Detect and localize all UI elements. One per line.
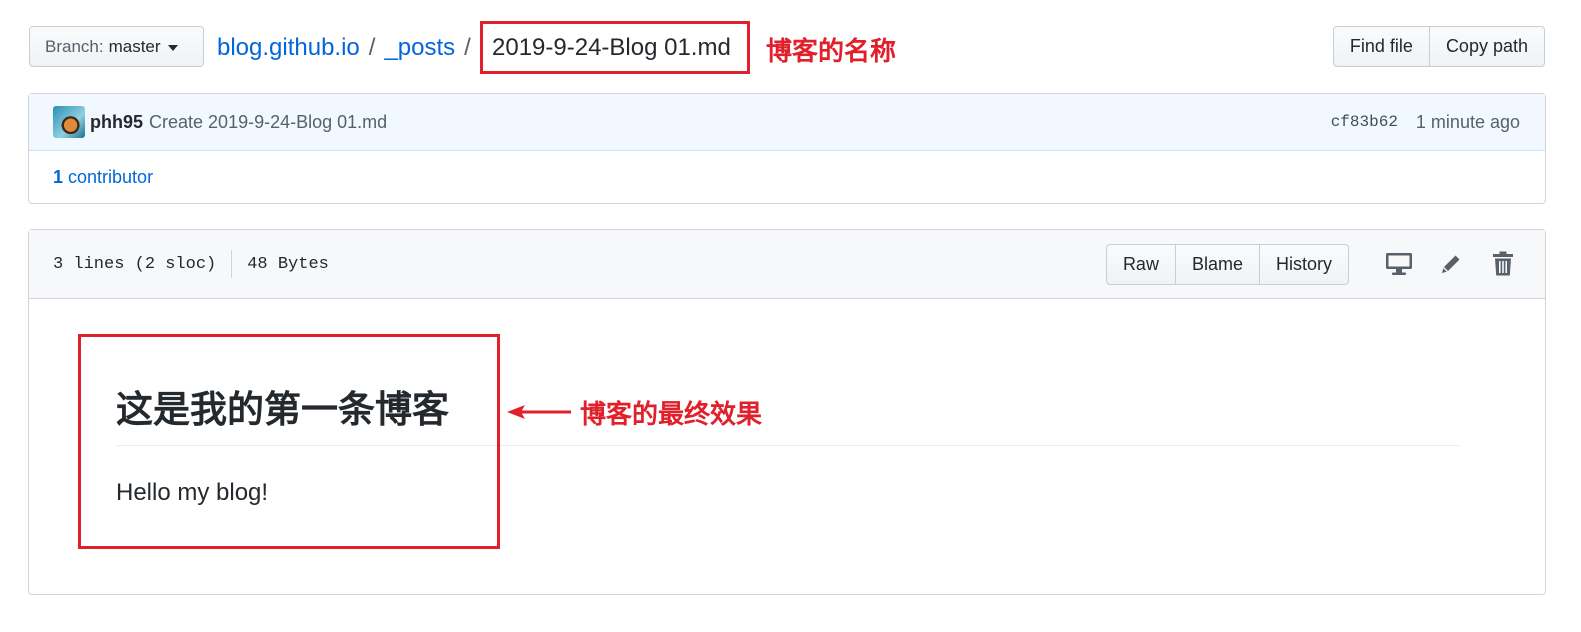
annotation-blog-name: 博客的名称 (766, 36, 897, 66)
branch-name: master (108, 36, 161, 56)
breadcrumb-separator: / (368, 34, 376, 61)
file-name-text: 2019-9-24-Blog 01.md (492, 33, 731, 61)
caret-down-icon (167, 44, 178, 51)
breadcrumb: blog.github.io / _posts / (217, 30, 480, 66)
latest-commit: phh95 Create 2019-9-24-Blog 01.md cf83b6… (29, 94, 1545, 151)
commit-tease: phh95 Create 2019-9-24-Blog 01.md cf83b6… (28, 93, 1546, 204)
branch-label: Branch: (45, 36, 104, 56)
breadcrumb-repo-link[interactable]: blog.github.io (217, 34, 360, 62)
contributors-label: contributor (68, 166, 154, 187)
commit-sha[interactable]: cf83b62 (1331, 113, 1398, 131)
desktop-icon[interactable] (1381, 246, 1417, 282)
file-lines: 3 lines (2 sloc) (53, 254, 217, 274)
commit-message[interactable]: Create 2019-9-24-Blog 01.md (149, 112, 387, 133)
raw-button[interactable]: Raw (1105, 243, 1176, 285)
avatar[interactable] (53, 106, 85, 138)
commit-time: 1 minute ago (1415, 111, 1520, 132)
blame-button[interactable]: Blame (1174, 243, 1260, 285)
commit-meta: cf83b62 1 minute ago (1331, 112, 1520, 133)
annotation-highlight-box (78, 334, 500, 549)
breadcrumb-separator: / (464, 34, 471, 61)
divider (231, 250, 233, 278)
pencil-icon[interactable] (1433, 246, 1469, 282)
commit-author[interactable]: phh95 (90, 112, 143, 133)
contributors-count: 1 (53, 166, 64, 187)
file-actions: Raw Blame History (1105, 243, 1521, 285)
file-header: 3 lines (2 sloc) 48 Bytes Raw Blame Hist… (29, 230, 1545, 299)
branch-selector-button[interactable]: Branch: master (29, 26, 204, 67)
breadcrumb-folder-link[interactable]: _posts (384, 34, 455, 62)
breadcrumb-file-name: 2019-9-24-Blog 01.md (480, 21, 750, 74)
copy-path-button[interactable]: Copy path (1428, 26, 1545, 67)
file-size: 48 Bytes (247, 254, 329, 274)
annotation-blog-result: 博客的最终效果 (580, 399, 763, 429)
contributors-link[interactable]: 1 contributor (29, 151, 1545, 203)
history-button[interactable]: History (1258, 243, 1349, 285)
file-view-buttons: Raw Blame History (1105, 243, 1349, 285)
annotation-arrow-icon (507, 405, 571, 419)
file-info: 3 lines (2 sloc) 48 Bytes (53, 250, 329, 278)
file-navigation-buttons: Find file Copy path (1332, 26, 1545, 67)
trash-icon[interactable] (1485, 246, 1521, 282)
find-file-button[interactable]: Find file (1332, 26, 1430, 67)
